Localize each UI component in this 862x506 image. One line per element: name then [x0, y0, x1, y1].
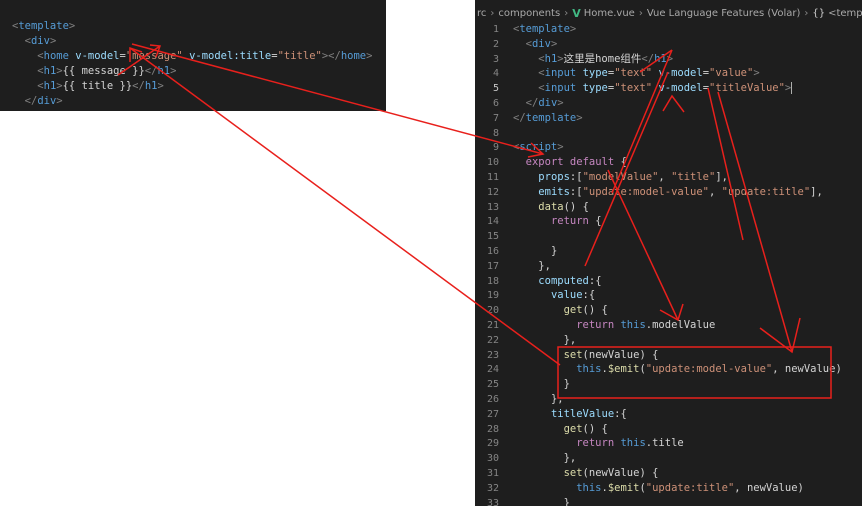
highlight-box	[557, 346, 832, 399]
arrow-value-down	[584, 71, 669, 267]
arrow-message-to-props	[131, 43, 544, 155]
arrow-modelvalue-get	[607, 169, 679, 321]
annotation-overlay	[117, 43, 832, 399]
arrow-set-to-message	[129, 47, 561, 366]
arrowhead	[662, 94, 685, 113]
arrow-titlevalue-down	[717, 91, 793, 353]
